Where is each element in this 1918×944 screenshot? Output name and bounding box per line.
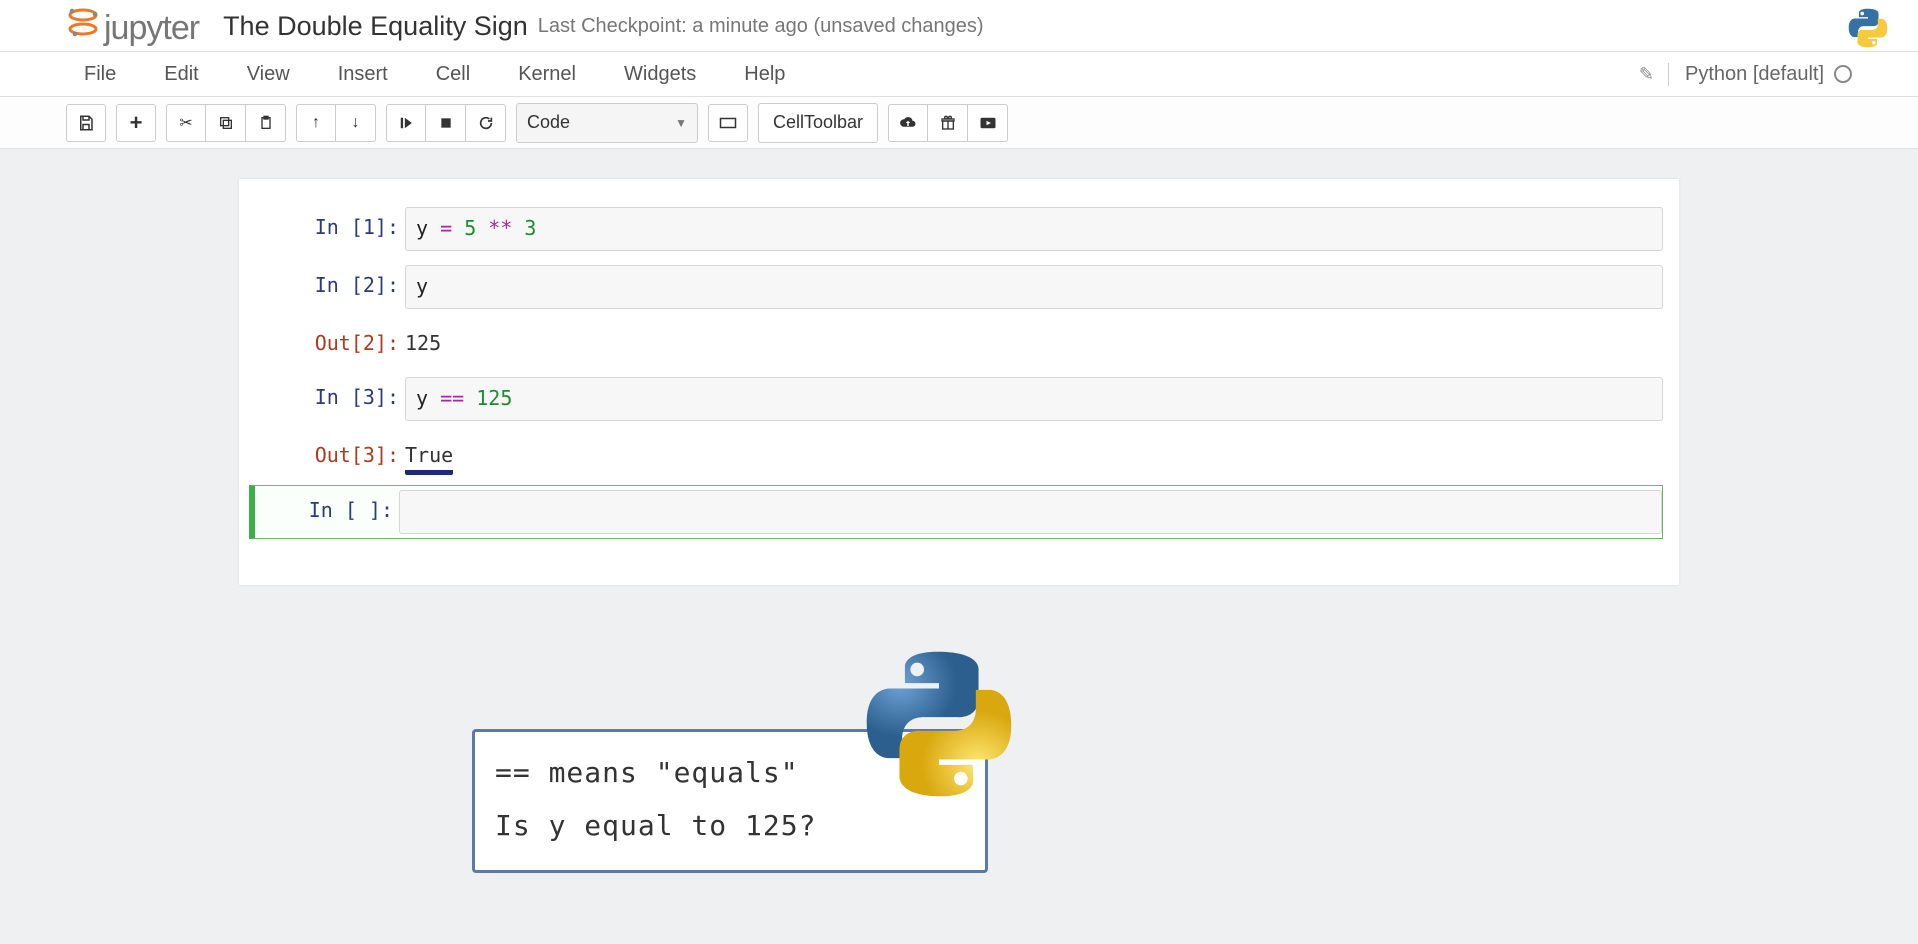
run-button[interactable] — [386, 104, 426, 142]
menu-bar: File Edit View Insert Cell Kernel Widget… — [0, 52, 1918, 97]
checkpoint-text: Last Checkpoint: a minute ago (unsaved c… — [538, 15, 984, 38]
menu-widgets[interactable]: Widgets — [606, 55, 714, 94]
in-prompt: In [1]: — [255, 207, 405, 247]
notebook-header: jupyter The Double Equality Sign Last Ch… — [0, 0, 1918, 52]
cell-type-label: Code — [527, 112, 570, 133]
menu-view[interactable]: View — [229, 55, 308, 94]
command-palette-button[interactable] — [708, 104, 748, 142]
add-cell-button[interactable]: + — [116, 104, 156, 142]
menu-help[interactable]: Help — [726, 55, 803, 94]
output-row: Out[3]:True — [255, 431, 1663, 479]
menu-cell[interactable]: Cell — [418, 55, 488, 94]
jupyter-logo[interactable]: jupyter — [66, 5, 199, 48]
celltoolbar-label: CellToolbar — [773, 112, 863, 133]
jupyter-logo-text: jupyter — [104, 9, 199, 48]
notebook-title[interactable]: The Double Equality Sign — [223, 11, 528, 42]
code-input[interactable] — [399, 490, 1662, 534]
presentation-button[interactable] — [968, 104, 1008, 142]
cut-button[interactable]: ✂ — [166, 104, 206, 142]
output-text: True — [405, 435, 1663, 475]
output-row: Out[2]:125 — [255, 319, 1663, 367]
in-prompt: In [ ]: — [255, 490, 399, 530]
code-input[interactable]: y = 5 ** 3 — [405, 207, 1663, 251]
interrupt-button[interactable] — [426, 104, 466, 142]
in-prompt: In [3]: — [255, 377, 405, 417]
notebook-container: In [1]:y = 5 ** 3In [2]:yOut[2]:125In [3… — [239, 179, 1679, 585]
jupyter-logo-icon — [66, 5, 100, 44]
python-logo-overlay-icon — [864, 649, 1014, 804]
cloud-upload-button[interactable] — [888, 104, 928, 142]
kernel-name[interactable]: Python [default] — [1668, 63, 1824, 86]
code-cell[interactable]: In [ ]: — [249, 485, 1663, 539]
annotation-line-2: Is y equal to 125? — [495, 799, 965, 852]
output-text: 125 — [405, 323, 1663, 355]
python-logo-icon — [1848, 8, 1888, 53]
chevron-down-icon: ▼ — [675, 116, 687, 130]
menu-edit[interactable]: Edit — [146, 55, 216, 94]
menu-file[interactable]: File — [66, 55, 134, 94]
code-cell[interactable]: In [3]:y == 125 — [255, 373, 1663, 425]
code-input[interactable]: y — [405, 265, 1663, 309]
move-down-button[interactable]: ↓ — [336, 104, 376, 142]
out-prompt: Out[3]: — [255, 435, 405, 475]
menu-kernel[interactable]: Kernel — [500, 55, 594, 94]
restart-button[interactable] — [466, 104, 506, 142]
cell-type-select[interactable]: Code ▼ — [516, 103, 698, 143]
save-button[interactable] — [66, 104, 106, 142]
code-cell[interactable]: In [2]:y — [255, 261, 1663, 313]
celltoolbar-button[interactable]: CellToolbar — [758, 103, 878, 143]
edit-mode-icon: ✎ — [1639, 64, 1654, 85]
code-input[interactable]: y == 125 — [405, 377, 1663, 421]
copy-button[interactable] — [206, 104, 246, 142]
code-cell[interactable]: In [1]:y = 5 ** 3 — [255, 203, 1663, 255]
paste-button[interactable] — [246, 104, 286, 142]
menu-insert[interactable]: Insert — [320, 55, 406, 94]
in-prompt: In [2]: — [255, 265, 405, 305]
out-prompt: Out[2]: — [255, 323, 405, 363]
move-up-button[interactable]: ↑ — [296, 104, 336, 142]
kernel-status-icon — [1834, 65, 1852, 83]
toolbar: + ✂ ↑ ↓ Code ▼ — [0, 97, 1918, 149]
gift-button[interactable] — [928, 104, 968, 142]
